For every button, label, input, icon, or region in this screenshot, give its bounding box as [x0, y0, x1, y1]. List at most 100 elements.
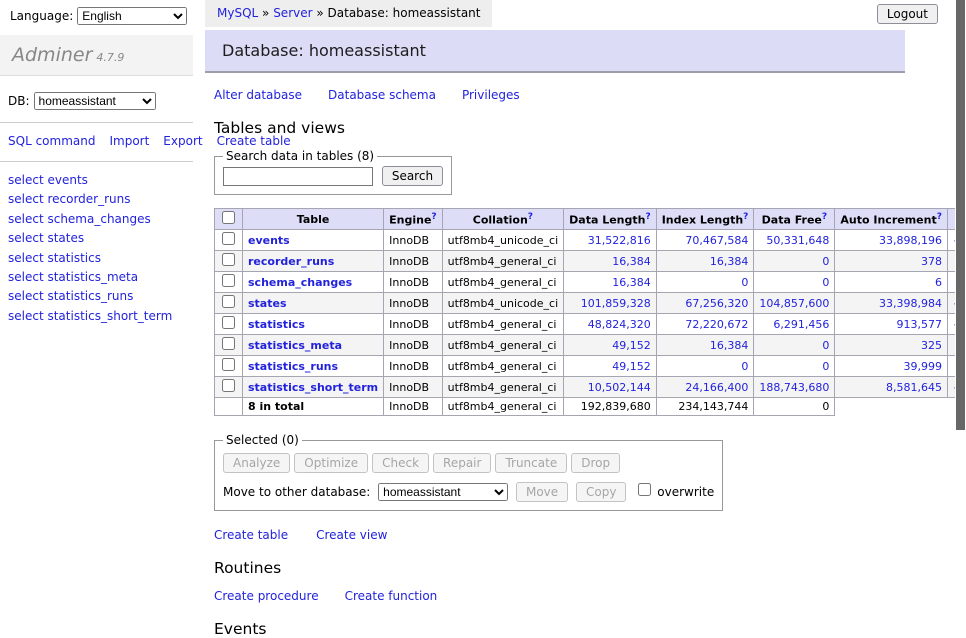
cell-index-length: 67,256,320 — [656, 293, 754, 314]
link-alter-database[interactable]: Alter database — [214, 88, 302, 102]
page-title: Database: homeassistant — [205, 30, 905, 73]
row-checkbox[interactable] — [222, 379, 235, 392]
column-label: Collation — [473, 214, 528, 227]
total-data-length: 192,839,680 — [564, 398, 657, 416]
cell-data-free: 6,291,456 — [754, 314, 835, 335]
search-input[interactable] — [223, 167, 373, 186]
total-engine: InnoDB — [384, 398, 443, 416]
link-privileges[interactable]: Privileges — [462, 88, 520, 102]
row-checkbox[interactable] — [222, 337, 235, 350]
routine-links: Create procedure Create function — [214, 589, 905, 603]
link-create-procedure[interactable]: Create procedure — [214, 589, 319, 603]
row-checkbox[interactable] — [222, 295, 235, 308]
cell-index-length: 16,384 — [656, 335, 754, 356]
table-name-link[interactable]: statistics — [248, 318, 305, 331]
row-checkbox[interactable] — [222, 232, 235, 245]
move-database-select[interactable]: homeassistant — [378, 483, 508, 501]
link-import[interactable]: Import — [109, 134, 149, 148]
header-row: TableEngine?Collation?Data Length?Index … — [215, 209, 966, 230]
column-help-link[interactable]: ? — [937, 212, 942, 222]
check-button[interactable]: Check — [372, 453, 429, 473]
routines-heading: Routines — [214, 559, 905, 577]
app-logo[interactable]: Adminer4.7.9 — [0, 35, 193, 76]
breadcrumb-link[interactable]: MySQL — [217, 6, 258, 20]
row-select-cell — [215, 272, 243, 293]
sidebar-divider — [0, 122, 193, 123]
column-label: Data Free — [762, 214, 822, 227]
table-name-link[interactable]: statistics_short_term — [248, 381, 378, 394]
selected-fieldset: Selected (0) AnalyzeOptimizeCheckRepairT… — [214, 433, 723, 511]
sidebar-table-link[interactable]: select schema_changes — [8, 210, 151, 229]
cell-table-name: schema_changes — [243, 272, 384, 293]
row-checkbox[interactable] — [222, 253, 235, 266]
column-help: ? — [431, 211, 436, 222]
table-link-row: select states — [8, 229, 193, 248]
table-name-link[interactable]: recorder_runs — [248, 255, 334, 268]
drop-button[interactable]: Drop — [571, 453, 620, 473]
breadcrumb-link[interactable]: Server — [273, 6, 312, 20]
sidebar-table-link[interactable]: select statistics_short_term — [8, 307, 172, 326]
cell-collation: utf8mb4_unicode_ci — [442, 230, 563, 251]
breadcrumb-current: Database: homeassistant — [328, 6, 481, 20]
overwrite-checkbox[interactable] — [638, 483, 651, 496]
cell-index-length: 70,467,584 — [656, 230, 754, 251]
overwrite-label: overwrite — [657, 485, 714, 499]
logout-button[interactable]: Logout — [877, 4, 938, 24]
move-label: Move to other database: — [223, 485, 370, 499]
tables-table-body: eventsInnoDButf8mb4_unicode_ci31,522,816… — [215, 230, 966, 416]
db-select[interactable]: homeassistant — [34, 92, 156, 110]
column-help-link[interactable]: ? — [743, 212, 748, 222]
sidebar-table-link[interactable]: select statistics_runs — [8, 287, 133, 306]
language-label: Language: — [10, 9, 73, 23]
copy-button[interactable]: Copy — [576, 482, 626, 502]
db-label: DB: — [8, 94, 30, 108]
link-create-view[interactable]: Create view — [316, 528, 387, 542]
select-all-checkbox[interactable] — [222, 211, 235, 224]
cell-engine: InnoDB — [384, 356, 443, 377]
link-sql-command[interactable]: SQL command — [8, 134, 95, 148]
table-name-link[interactable]: events — [248, 234, 290, 247]
truncate-button[interactable]: Truncate — [495, 453, 567, 473]
cell-data-length: 101,859,328 — [564, 293, 657, 314]
column-label: Auto Increment — [840, 214, 936, 227]
row-checkbox[interactable] — [222, 358, 235, 371]
sidebar-table-link[interactable]: select events — [8, 171, 88, 190]
column-header-table: Table — [243, 209, 384, 230]
column-header-index-length: Index Length? — [656, 209, 754, 230]
scrollbar-thumb[interactable] — [956, 0, 965, 430]
table-name-link[interactable]: schema_changes — [248, 276, 352, 289]
cell-collation: utf8mb4_general_ci — [442, 356, 563, 377]
link-create-table[interactable]: Create table — [214, 528, 288, 542]
column-help-link[interactable]: ? — [822, 212, 827, 222]
sidebar-table-link[interactable]: select states — [8, 229, 84, 248]
sidebar-table-link[interactable]: select statistics — [8, 249, 101, 268]
column-help-link[interactable]: ? — [528, 212, 533, 222]
move-button[interactable]: Move — [516, 482, 568, 502]
repair-button[interactable]: Repair — [433, 453, 491, 473]
analyze-button[interactable]: Analyze — [223, 453, 290, 473]
row-checkbox[interactable] — [222, 316, 235, 329]
row-checkbox[interactable] — [222, 274, 235, 287]
sidebar-action-links: SQL commandImportExportCreate table — [0, 132, 182, 152]
row-select-cell — [215, 356, 243, 377]
cell-auto-increment: 33,898,196 — [835, 230, 948, 251]
search-button[interactable]: Search — [382, 166, 443, 186]
total-ghost-cell — [835, 398, 948, 416]
table-name-link[interactable]: statistics_runs — [248, 360, 338, 373]
column-help: ? — [743, 211, 748, 222]
sidebar-table-link[interactable]: select recorder_runs — [8, 190, 131, 209]
link-create-function[interactable]: Create function — [345, 589, 438, 603]
link-export[interactable]: Export — [163, 134, 202, 148]
cell-auto-increment: 6 — [835, 272, 948, 293]
sidebar-table-link[interactable]: select statistics_meta — [8, 268, 138, 287]
table-name-link[interactable]: states — [248, 297, 287, 310]
optimize-button[interactable]: Optimize — [294, 453, 368, 473]
cell-index-length: 0 — [656, 356, 754, 377]
table-name-link[interactable]: statistics_meta — [248, 339, 342, 352]
link-database-schema[interactable]: Database schema — [328, 88, 436, 102]
column-label: Engine — [389, 214, 431, 227]
column-help-link[interactable]: ? — [431, 212, 436, 222]
column-help-link[interactable]: ? — [645, 212, 650, 222]
language-select[interactable]: English — [77, 7, 187, 25]
column-header-data-free: Data Free? — [754, 209, 835, 230]
